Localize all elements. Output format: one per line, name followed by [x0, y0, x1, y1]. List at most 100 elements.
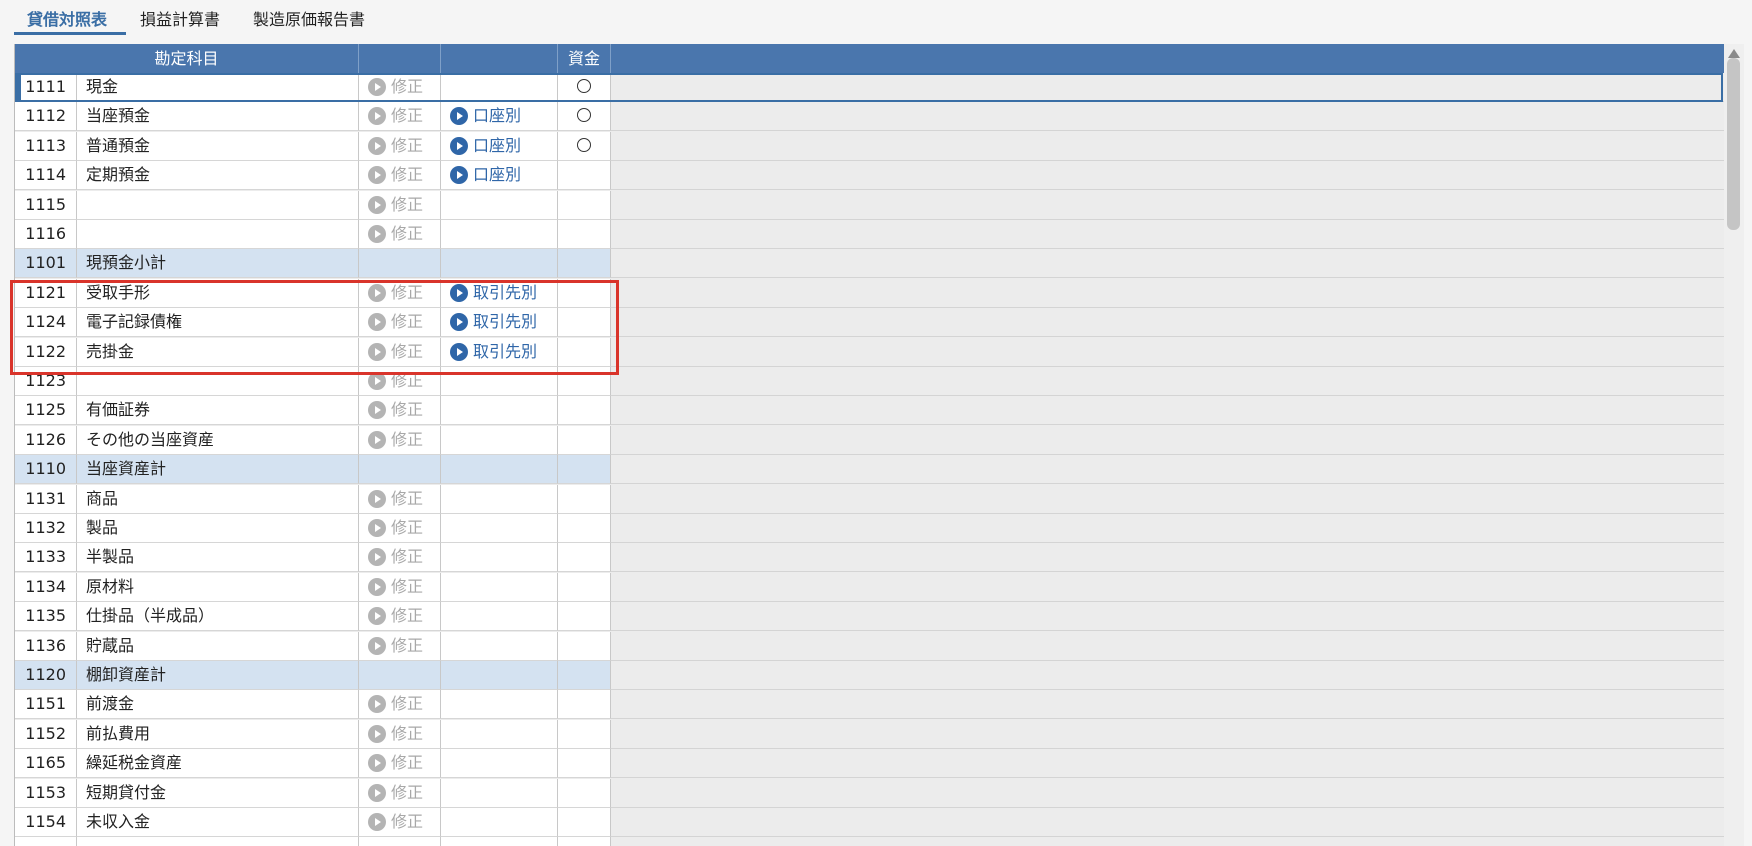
modify-button[interactable]: 修正: [368, 338, 423, 366]
table-row[interactable]: 1135 仕掛品（半成品） 修正: [15, 602, 1725, 632]
modify-button[interactable]: 修正: [368, 690, 423, 718]
table-row[interactable]: 1115 修正: [15, 190, 1725, 220]
funds-cell[interactable]: [558, 190, 611, 220]
table-row[interactable]: 1114 定期預金 修正 口座別: [15, 161, 1725, 191]
funds-cell[interactable]: [558, 249, 611, 279]
table-row[interactable]: 1134 原材料 修正: [15, 572, 1725, 602]
table-row[interactable]: 1152 前払費用 修正: [15, 719, 1725, 749]
account-code: 1121: [15, 278, 77, 308]
modify-button[interactable]: 修正: [368, 161, 423, 189]
table-row[interactable]: 1136 貯蔵品 修正: [15, 631, 1725, 661]
modify-label: 修正: [391, 723, 424, 743]
funds-cell[interactable]: [558, 543, 611, 573]
funds-cell[interactable]: [558, 661, 611, 690]
funds-cell[interactable]: [558, 73, 611, 102]
funds-cell[interactable]: [558, 308, 611, 338]
table-row[interactable]: 1123 修正: [15, 367, 1725, 396]
modify-button[interactable]: 修正: [368, 279, 423, 307]
modify-button[interactable]: 修正: [368, 632, 423, 660]
table-row[interactable]: 1125 有価証券 修正: [15, 396, 1725, 426]
column-header-account[interactable]: 勘定科目: [15, 44, 359, 73]
empty-cell: [611, 367, 1725, 396]
table-row[interactable]: 1124 電子記録債権 修正 取引先別: [15, 308, 1725, 338]
funds-cell[interactable]: [558, 425, 611, 455]
modify-button[interactable]: 修正: [368, 749, 423, 777]
subtotal-row[interactable]: 1120 棚卸資産計: [15, 661, 1725, 690]
vertical-scrollbar[interactable]: [1724, 44, 1744, 846]
funds-cell[interactable]: [558, 396, 611, 426]
funds-cell[interactable]: [558, 572, 611, 602]
modify-button[interactable]: 修正: [368, 514, 423, 542]
table-row[interactable]: 1111 現金 修正: [15, 73, 1725, 102]
by-partner-button[interactable]: 取引先別: [450, 308, 537, 336]
by-partner-button[interactable]: 取引先別: [450, 338, 537, 366]
modify-cell: 修正: [359, 73, 441, 102]
circle-mark-icon: [577, 137, 591, 152]
tab-income-statement[interactable]: 損益計算書: [140, 9, 220, 31]
modify-button[interactable]: 修正: [368, 426, 423, 454]
table-row[interactable]: 1113 普通預金 修正 口座別: [15, 131, 1725, 161]
funds-cell[interactable]: [558, 837, 611, 846]
modify-button[interactable]: 修正: [368, 602, 423, 630]
table-row[interactable]: 1112 当座預金 修正 口座別: [15, 102, 1725, 132]
table-row[interactable]: 1165 繰延税金資産 修正: [15, 749, 1725, 779]
scroll-thumb[interactable]: [1727, 58, 1740, 230]
table-row[interactable]: 1154 未収入金 修正: [15, 808, 1725, 837]
account-code: 1111: [15, 73, 77, 102]
subtotal-row[interactable]: 1110 当座資産計: [15, 455, 1725, 485]
modify-button[interactable]: 修正: [368, 367, 423, 395]
table-row[interactable]: 1131 商品 修正: [15, 484, 1725, 514]
table-row[interactable]: 1151 前渡金 修正: [15, 690, 1725, 720]
modify-button[interactable]: 修正: [368, 73, 423, 101]
funds-cell[interactable]: [558, 484, 611, 514]
table-row[interactable]: 1126 その他の当座資産 修正: [15, 425, 1725, 455]
funds-cell[interactable]: [558, 161, 611, 191]
modify-button[interactable]: 修正: [368, 132, 423, 160]
modify-button[interactable]: 修正: [368, 308, 423, 336]
funds-cell[interactable]: [558, 808, 611, 837]
funds-cell[interactable]: [558, 778, 611, 808]
funds-cell[interactable]: [558, 367, 611, 396]
modify-button[interactable]: 修正: [368, 191, 423, 219]
empty-cell: [611, 514, 1725, 543]
funds-cell[interactable]: [558, 220, 611, 249]
table-row[interactable]: 1116 修正: [15, 220, 1725, 249]
modify-button[interactable]: 修正: [368, 543, 423, 571]
table-row[interactable]: 1133 半製品 修正: [15, 543, 1725, 573]
funds-cell[interactable]: [558, 514, 611, 543]
table-row[interactable]: [15, 837, 1725, 846]
tab-manufacturing-cost-report[interactable]: 製造原価報告書: [253, 9, 365, 31]
modify-button[interactable]: 修正: [368, 808, 423, 836]
scroll-up-arrow-icon[interactable]: [1728, 49, 1740, 58]
funds-cell[interactable]: [558, 631, 611, 661]
funds-cell[interactable]: [558, 278, 611, 308]
modify-button[interactable]: 修正: [368, 102, 423, 130]
funds-cell[interactable]: [558, 749, 611, 779]
modify-button[interactable]: 修正: [368, 485, 423, 513]
detail-cell: [441, 396, 558, 426]
column-header-funds[interactable]: 資金: [558, 44, 611, 73]
by-account-button[interactable]: 口座別: [450, 132, 521, 160]
table-row[interactable]: 1153 短期貸付金 修正: [15, 778, 1725, 808]
by-partner-button[interactable]: 取引先別: [450, 279, 537, 307]
by-account-button[interactable]: 口座別: [450, 161, 521, 189]
modify-label: 修正: [391, 547, 424, 567]
table-row[interactable]: 1122 売掛金 修正 取引先別: [15, 337, 1725, 367]
tab-balance-sheet[interactable]: 貸借対照表: [27, 9, 107, 31]
funds-cell[interactable]: [558, 337, 611, 367]
modify-button[interactable]: 修正: [368, 779, 423, 807]
by-account-button[interactable]: 口座別: [450, 102, 521, 130]
table-row[interactable]: 1121 受取手形 修正 取引先別: [15, 278, 1725, 308]
funds-cell[interactable]: [558, 131, 611, 161]
funds-cell[interactable]: [558, 690, 611, 720]
table-row[interactable]: 1132 製品 修正: [15, 514, 1725, 543]
funds-cell[interactable]: [558, 719, 611, 749]
modify-button[interactable]: 修正: [368, 220, 423, 248]
funds-cell[interactable]: [558, 602, 611, 632]
funds-cell[interactable]: [558, 455, 611, 485]
modify-button[interactable]: 修正: [368, 573, 423, 601]
modify-button[interactable]: 修正: [368, 720, 423, 748]
modify-button[interactable]: 修正: [368, 396, 423, 424]
subtotal-row[interactable]: 1101 現預金小計: [15, 249, 1725, 279]
funds-cell[interactable]: [558, 102, 611, 132]
